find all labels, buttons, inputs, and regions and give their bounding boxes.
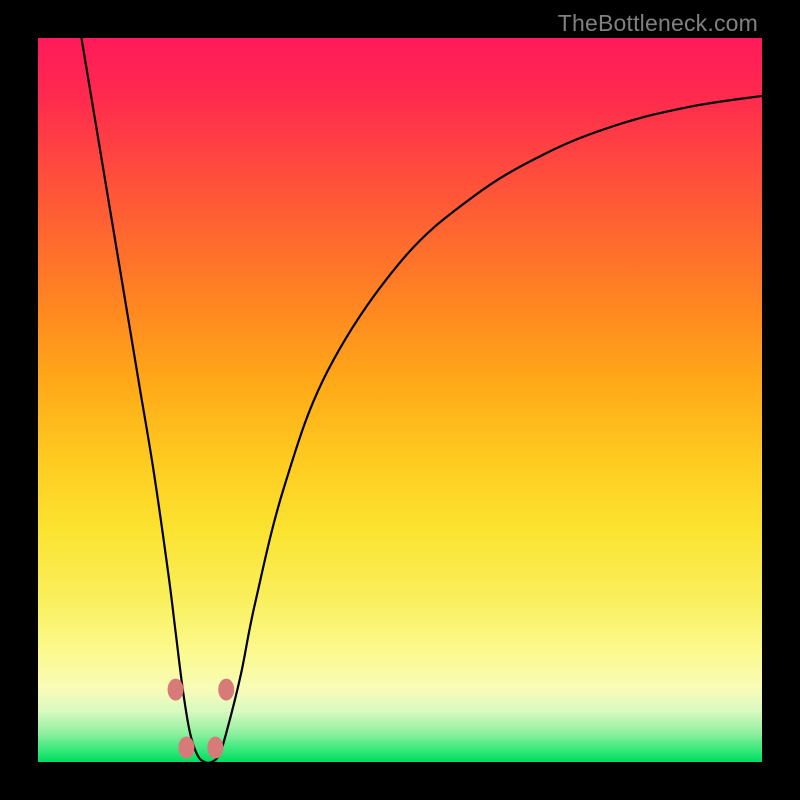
curve-marker — [178, 737, 194, 759]
curve-marker — [207, 737, 223, 759]
bottleneck-curve — [81, 38, 762, 763]
curve-layer — [38, 38, 762, 762]
plot-area — [38, 38, 762, 762]
curve-marker — [218, 679, 234, 701]
chart-frame: TheBottleneck.com — [0, 0, 800, 800]
watermark-text: TheBottleneck.com — [558, 10, 758, 37]
curve-marker — [168, 679, 184, 701]
curve-markers — [168, 679, 235, 759]
